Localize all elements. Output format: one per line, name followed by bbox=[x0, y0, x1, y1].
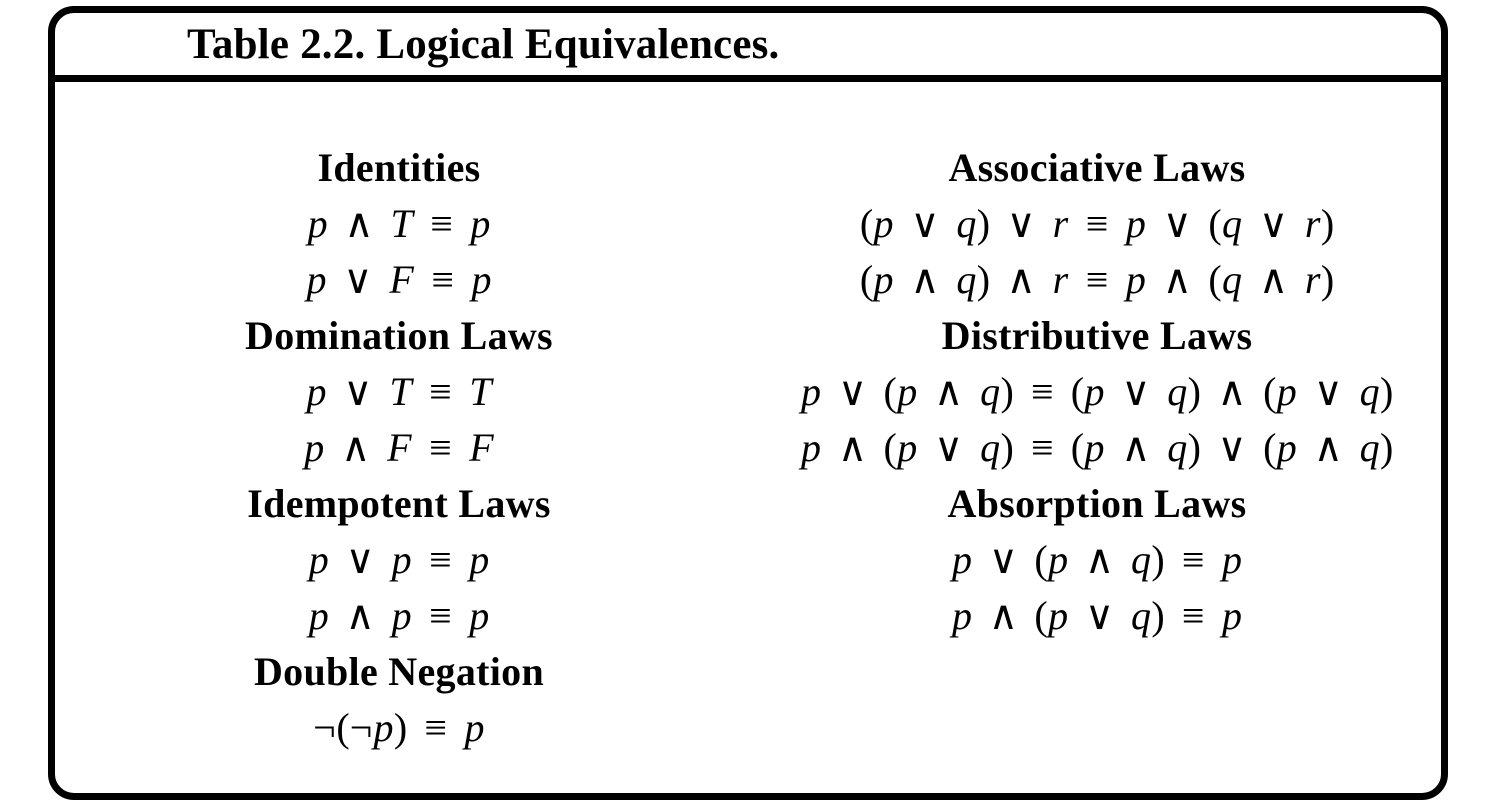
formula-idempotent-2: p ∧ p ≡ p bbox=[308, 593, 490, 638]
group-heading-associative-laws: Associative Laws bbox=[948, 145, 1246, 190]
group-heading-absorption-laws: Absorption Laws bbox=[947, 481, 1247, 526]
formula-domination-1: p ∨ T ≡ T bbox=[306, 369, 492, 414]
caption-title: Logical Equivalences. bbox=[376, 20, 780, 68]
table-column-right: Associative Laws (p ∨ q) ∨ r ≡ p ∨ (q ∨ … bbox=[749, 89, 1441, 793]
law-group-associative: Associative Laws (p ∨ q) ∨ r ≡ p ∨ (q ∨ … bbox=[753, 140, 1441, 308]
formula-distributive-1: p ∨ (p ∧ q) ≡ (p ∨ q) ∧ (p ∨ q) bbox=[801, 369, 1394, 414]
group-heading-idempotent-laws: Idempotent Laws bbox=[247, 481, 551, 526]
caption-number: 2.2 bbox=[300, 20, 355, 68]
law-group-domination: Domination Laws p ∨ T ≡ T p ∧ F ≡ F bbox=[55, 308, 743, 476]
formula-idempotent-1: p ∨ p ≡ p bbox=[308, 537, 490, 582]
law-group-absorption: Absorption Laws p ∨ (p ∧ q) ≡ p p ∧ (p ∨… bbox=[753, 476, 1441, 644]
table-body: Identities p ∧ T ≡ p p ∨ F ≡ p Dominatio… bbox=[55, 89, 1441, 793]
table-column-left: Identities p ∧ T ≡ p p ∨ F ≡ p Dominatio… bbox=[55, 89, 749, 793]
formula-associative-1: (p ∨ q) ∨ r ≡ p ∨ (q ∨ r) bbox=[859, 201, 1335, 246]
formula-associative-2: (p ∧ q) ∧ r ≡ p ∧ (q ∧ r) bbox=[859, 257, 1335, 302]
caption-separator: . bbox=[354, 20, 377, 68]
group-heading-distributive-laws: Distributive Laws bbox=[941, 313, 1253, 358]
formula-identity-1: p ∧ T ≡ p bbox=[307, 201, 491, 246]
logical-equivalences-table: Table 2.2. Logical Equivalences. Identit… bbox=[48, 6, 1448, 800]
caption-label: Table bbox=[186, 20, 290, 68]
formula-distributive-2: p ∧ (p ∨ q) ≡ (p ∧ q) ∨ (p ∧ q) bbox=[801, 425, 1394, 470]
group-heading-double-negation: Double Negation bbox=[253, 649, 545, 694]
formula-domination-2: p ∧ F ≡ F bbox=[304, 425, 494, 470]
law-group-double-negation: Double Negation ¬(¬p) ≡ p bbox=[55, 644, 743, 756]
law-group-identities: Identities p ∧ T ≡ p p ∨ F ≡ p bbox=[55, 140, 743, 308]
formula-absorption-2: p ∧ (p ∨ q) ≡ p bbox=[951, 593, 1243, 638]
formula-absorption-1: p ∨ (p ∧ q) ≡ p bbox=[951, 537, 1243, 582]
group-heading-identities: Identities bbox=[317, 145, 481, 190]
table-caption-bar: Table 2.2. Logical Equivalences. bbox=[55, 13, 1441, 82]
law-group-idempotent: Idempotent Laws p ∨ p ≡ p p ∧ p ≡ p bbox=[55, 476, 743, 644]
group-heading-domination-laws: Domination Laws bbox=[245, 313, 553, 358]
law-group-distributive: Distributive Laws p ∨ (p ∧ q) ≡ (p ∨ q) … bbox=[753, 308, 1441, 476]
formula-identity-2: p ∨ F ≡ p bbox=[306, 257, 492, 302]
formula-double-negation-1: ¬(¬p) ≡ p bbox=[313, 705, 485, 750]
